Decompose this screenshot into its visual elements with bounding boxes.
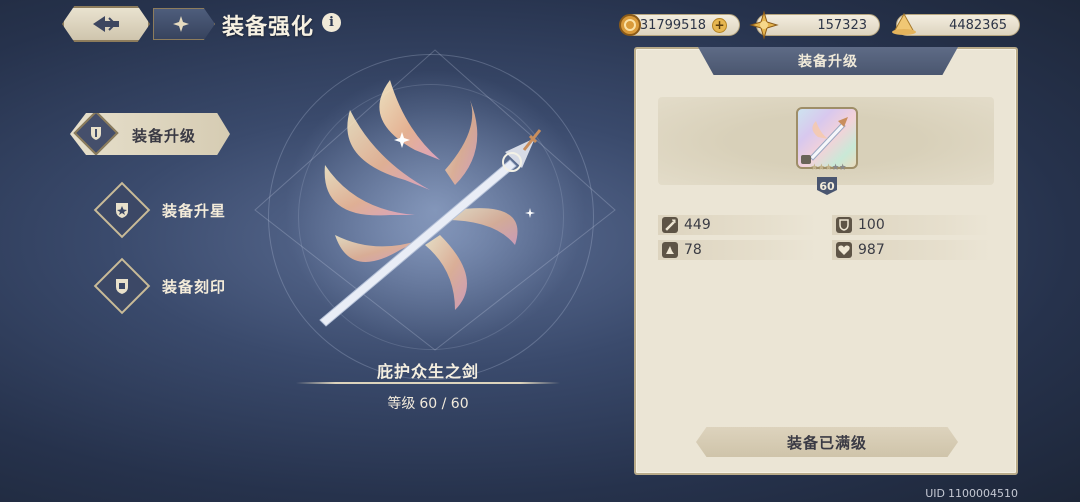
- attack-icon: [662, 217, 678, 233]
- nav-equip-upgrade-label: 装备升级: [132, 127, 197, 145]
- add-gold-button[interactable]: +: [712, 17, 727, 33]
- weapon-level-label: 等级: [387, 396, 416, 412]
- panel-title: 装备升级: [698, 47, 958, 75]
- uid-label: UID: [925, 487, 945, 500]
- stat-magic-value: 78: [684, 242, 702, 258]
- engrave-shield-icon: [93, 257, 151, 315]
- stat-defense-value: 100: [858, 217, 885, 233]
- stat-defense: 100: [832, 215, 990, 235]
- stat-magic: 78: [658, 240, 816, 260]
- uid-value: 1100004510: [948, 487, 1018, 500]
- item-stars: ★★★★★: [804, 163, 852, 173]
- back-button[interactable]: [62, 6, 150, 42]
- info-icon[interactable]: i: [322, 13, 341, 32]
- defense-icon: [836, 217, 852, 233]
- currency-gold: 31799518 +: [619, 14, 740, 36]
- currency-material: 4482365: [892, 12, 1020, 36]
- star-shield-icon: [93, 181, 151, 239]
- uid-text: UID 1100004510: [925, 487, 1018, 500]
- star-orb-icon: [747, 8, 781, 42]
- hat-material-icon: [887, 8, 921, 42]
- star-filled-icon: ★★★: [810, 163, 832, 173]
- magic-hat-icon: [662, 242, 678, 258]
- health-icon: [836, 242, 852, 258]
- back-arrow-icon: [93, 16, 119, 32]
- equipment-item-card[interactable]: [796, 107, 858, 169]
- star-essence-value: 157323: [817, 17, 867, 33]
- currency-star-essence: 157323: [749, 10, 880, 40]
- nav-equip-engrave-label: 装备刻印: [162, 277, 227, 296]
- page-title: 装备强化: [222, 15, 315, 40]
- name-divider: [296, 382, 560, 384]
- stat-attack: 449: [658, 215, 816, 235]
- nav-equip-engrave[interactable]: 装备刻印: [93, 257, 227, 315]
- material-value: 4482365: [949, 17, 1007, 33]
- menu-grid-icon: [173, 16, 189, 32]
- stat-health: 987: [832, 240, 990, 260]
- item-level-badge: 60: [817, 177, 837, 195]
- coin-icon: [613, 8, 647, 42]
- upgrade-panel: 装备升级 ★★★★★ 60 449 100 78 987 装备已满级: [634, 47, 1018, 475]
- gold-value: 31799518: [639, 17, 706, 33]
- sword-shield-icon: [73, 113, 119, 155]
- weapon-name: 庇护众生之剑: [376, 362, 479, 381]
- max-level-button[interactable]: 装备已满级: [696, 427, 958, 457]
- star-empty-icon: ★★: [831, 163, 847, 173]
- nav-equip-star-label: 装备升星: [162, 201, 227, 220]
- weapon-level-value: 60 / 60: [419, 396, 469, 412]
- menu-button[interactable]: [153, 8, 215, 40]
- nav-equip-upgrade[interactable]: 装备升级: [70, 113, 230, 155]
- nav-equip-star[interactable]: 装备升星: [93, 181, 227, 239]
- stat-health-value: 987: [858, 242, 885, 258]
- stat-attack-value: 449: [684, 217, 711, 233]
- weapon-level: 等级 60 / 60: [296, 393, 560, 413]
- weapon-illustration: [254, 49, 616, 351]
